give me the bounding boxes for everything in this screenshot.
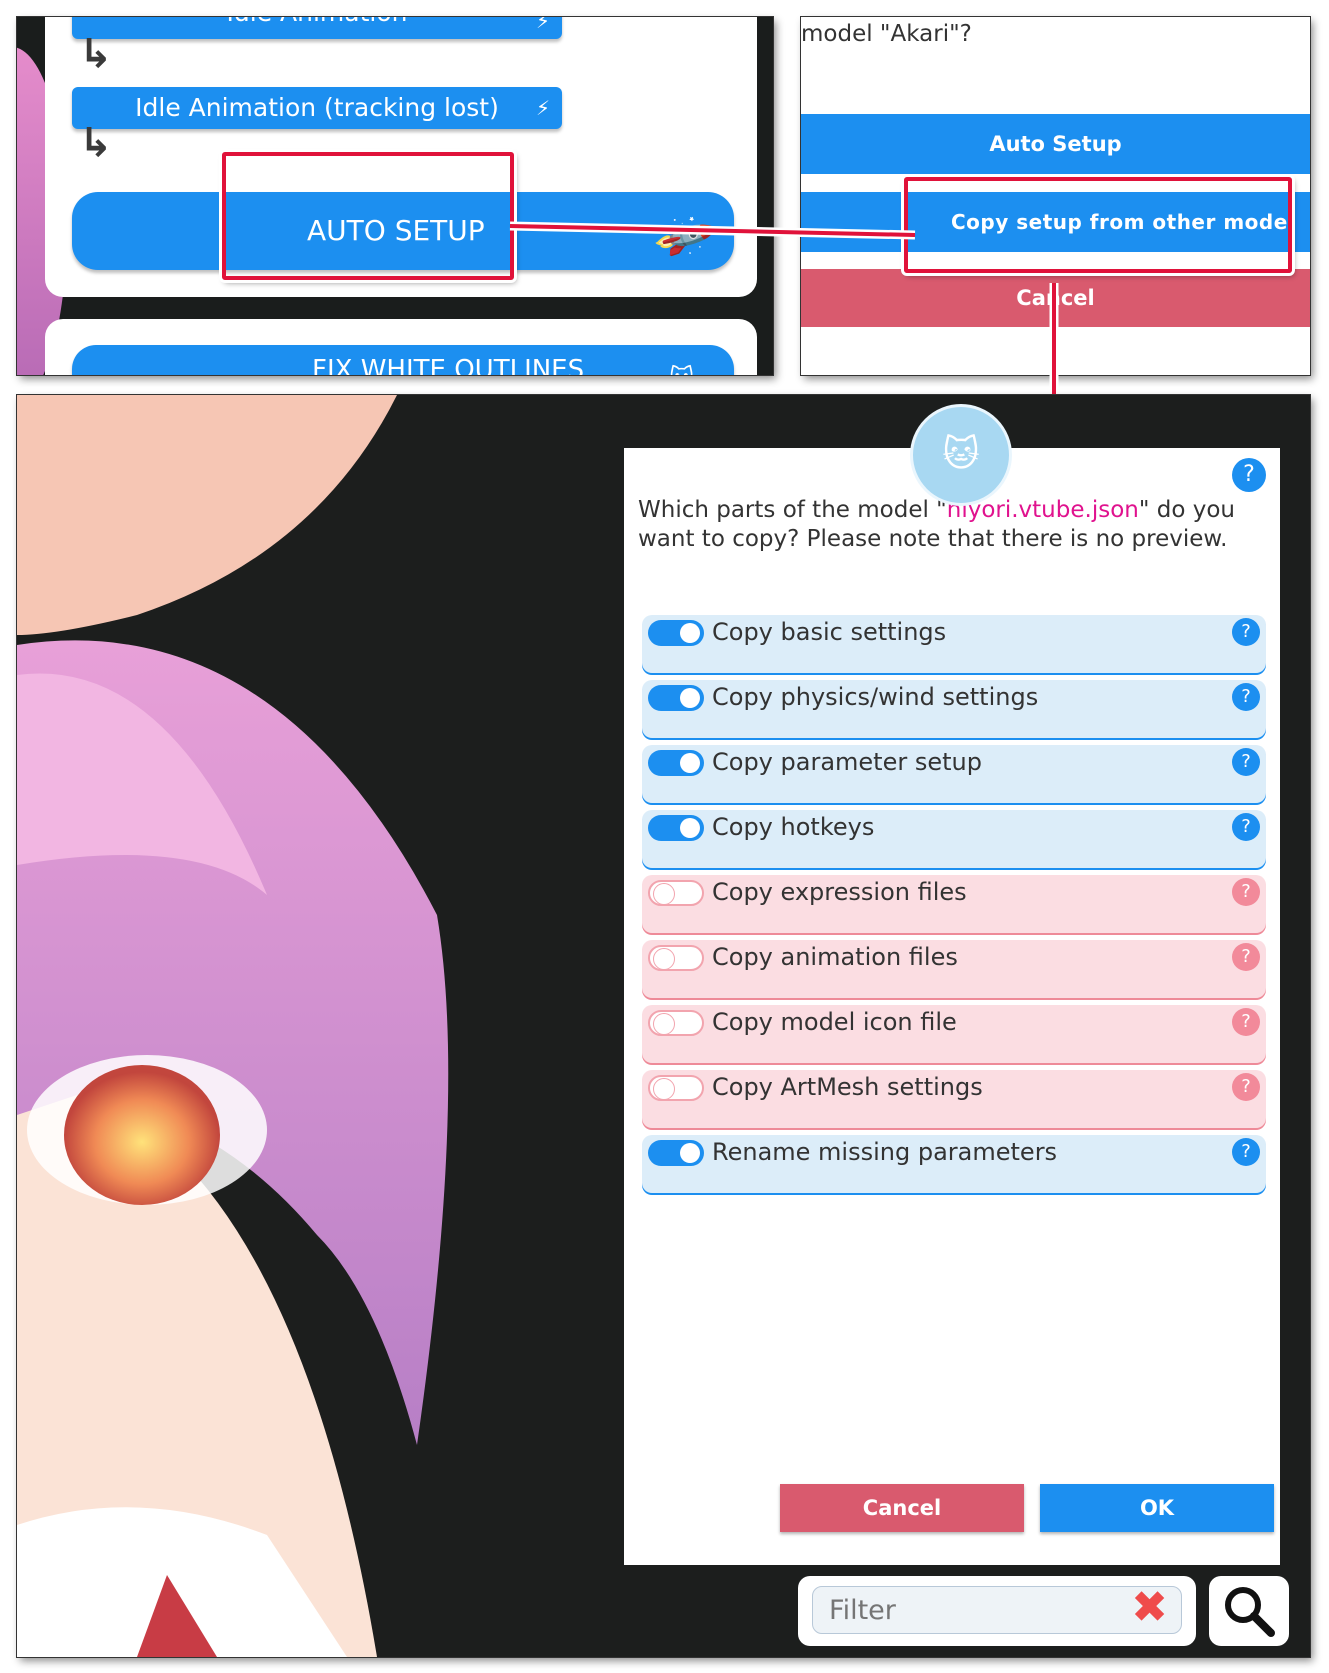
- popup-auto-setup-button[interactable]: Auto Setup: [801, 114, 1310, 174]
- character-eye: [64, 1065, 220, 1205]
- help-icon[interactable]: ?: [1232, 1073, 1260, 1101]
- character-ribbon: [17, 395, 397, 635]
- fix-white-outlines-button[interactable]: FIX WHITE OUTLINES 🐱: [72, 345, 734, 375]
- option-row[interactable]: Copy hotkeys ?: [642, 810, 1266, 868]
- option-label: Copy expression files: [712, 878, 967, 906]
- branch-arrow-icon: ↳: [79, 31, 113, 77]
- popup-question-text: model "Akari"?: [801, 21, 972, 47]
- cats-avatar-icon: 🐱: [910, 404, 1012, 506]
- help-icon[interactable]: ?: [1232, 1138, 1260, 1166]
- cat-icon: 🐱: [669, 353, 694, 375]
- option-label: Rename missing parameters: [712, 1138, 1058, 1166]
- toggle-switch[interactable]: [648, 815, 704, 841]
- popup-cancel-button[interactable]: Cancel: [801, 269, 1310, 327]
- highlight-copy-setup: [904, 177, 1292, 273]
- toggle-switch[interactable]: [648, 750, 704, 776]
- dialog-ok-label: OK: [1139, 1496, 1175, 1520]
- dialog-help-icon[interactable]: ?: [1232, 458, 1266, 492]
- idle-animation-button[interactable]: Idle Animation ⚡: [72, 17, 562, 39]
- help-icon[interactable]: ?: [1232, 878, 1260, 906]
- highlight-auto-setup: [222, 152, 514, 280]
- toggle-knob: [680, 688, 700, 708]
- copy-setup-dialog: ? Which parts of the model "hiyori.vtube…: [624, 448, 1280, 1565]
- branch-arrow-icon: ↳: [79, 120, 113, 166]
- fix-outlines-label: FIX WHITE OUTLINES: [312, 355, 585, 375]
- character-illustration: [17, 395, 449, 1657]
- help-icon[interactable]: ?: [1232, 618, 1260, 646]
- toggle-knob: [680, 1143, 700, 1163]
- option-row[interactable]: Copy expression files ?: [642, 875, 1266, 933]
- option-row[interactable]: Copy basic settings ?: [642, 615, 1266, 673]
- magnifier-icon: [1225, 1587, 1275, 1637]
- toggle-knob: [680, 753, 700, 773]
- toggle-switch[interactable]: [648, 945, 704, 971]
- clear-filter-icon[interactable]: ✖: [1131, 1582, 1168, 1633]
- option-row[interactable]: Copy ArtMesh settings ?: [642, 1070, 1266, 1128]
- help-icon[interactable]: ?: [1232, 943, 1260, 971]
- settings-panel-crop: Idle Animation ⚡ ↳ Idle Animation (track…: [17, 17, 773, 375]
- help-icon[interactable]: ?: [1232, 683, 1260, 711]
- popup-auto-setup-label: Auto Setup: [989, 132, 1122, 156]
- idle-animation-label: Idle Animation: [227, 17, 408, 27]
- idle-animation-tracking-lost-button[interactable]: Idle Animation (tracking lost) ⚡: [72, 87, 562, 129]
- toggle-switch[interactable]: [648, 1140, 704, 1166]
- auto-setup-popup-crop: model "Akari"? Auto Setup Copy setup fro…: [801, 17, 1310, 375]
- option-row[interactable]: Copy model icon file ?: [642, 1005, 1266, 1063]
- toggle-knob: [653, 883, 675, 905]
- help-icon[interactable]: ?: [1232, 748, 1260, 776]
- dialog-cancel-button[interactable]: Cancel: [780, 1484, 1024, 1532]
- help-icon[interactable]: ?: [1232, 1008, 1260, 1036]
- option-label: Copy physics/wind settings: [712, 683, 1039, 711]
- option-label: Copy model icon file: [712, 1008, 957, 1036]
- search-button[interactable]: [1209, 1576, 1289, 1646]
- help-icon[interactable]: ?: [1232, 813, 1260, 841]
- filter-input[interactable]: [812, 1586, 1182, 1634]
- toggle-switch[interactable]: [648, 880, 704, 906]
- lightning-icon: ⚡: [535, 96, 550, 120]
- toggle-switch[interactable]: [648, 685, 704, 711]
- option-row[interactable]: Copy animation files ?: [642, 940, 1266, 998]
- dialog-ok-button[interactable]: OK: [1040, 1484, 1274, 1532]
- toggle-knob: [680, 818, 700, 838]
- option-row[interactable]: Rename missing parameters ?: [642, 1135, 1266, 1193]
- copy-dialog-crop: ? Which parts of the model "hiyori.vtube…: [17, 395, 1310, 1657]
- filter-bar: ✖: [798, 1576, 1196, 1646]
- option-label: Copy hotkeys: [712, 813, 875, 841]
- option-label: Copy animation files: [712, 943, 958, 971]
- dialog-help-label: ?: [1243, 462, 1255, 487]
- question-prefix: Which parts of the model ": [638, 497, 947, 523]
- toggle-knob: [653, 948, 675, 970]
- dialog-cancel-label: Cancel: [862, 1496, 942, 1520]
- idle-tracking-lost-label: Idle Animation (tracking lost): [135, 93, 499, 122]
- lightning-icon: ⚡: [535, 17, 550, 33]
- toggle-knob: [653, 1078, 675, 1100]
- option-label: Copy ArtMesh settings: [712, 1073, 983, 1101]
- popup-cancel-label: Cancel: [1016, 286, 1095, 310]
- toggle-knob: [680, 623, 700, 643]
- option-row[interactable]: Copy physics/wind settings ?: [642, 680, 1266, 738]
- option-label: Copy basic settings: [712, 618, 947, 646]
- option-row[interactable]: Copy parameter setup ?: [642, 745, 1266, 803]
- option-label: Copy parameter setup: [712, 748, 982, 776]
- toggle-switch[interactable]: [648, 1075, 704, 1101]
- toggle-switch[interactable]: [648, 620, 704, 646]
- toggle-knob: [653, 1013, 675, 1035]
- toggle-switch[interactable]: [648, 1010, 704, 1036]
